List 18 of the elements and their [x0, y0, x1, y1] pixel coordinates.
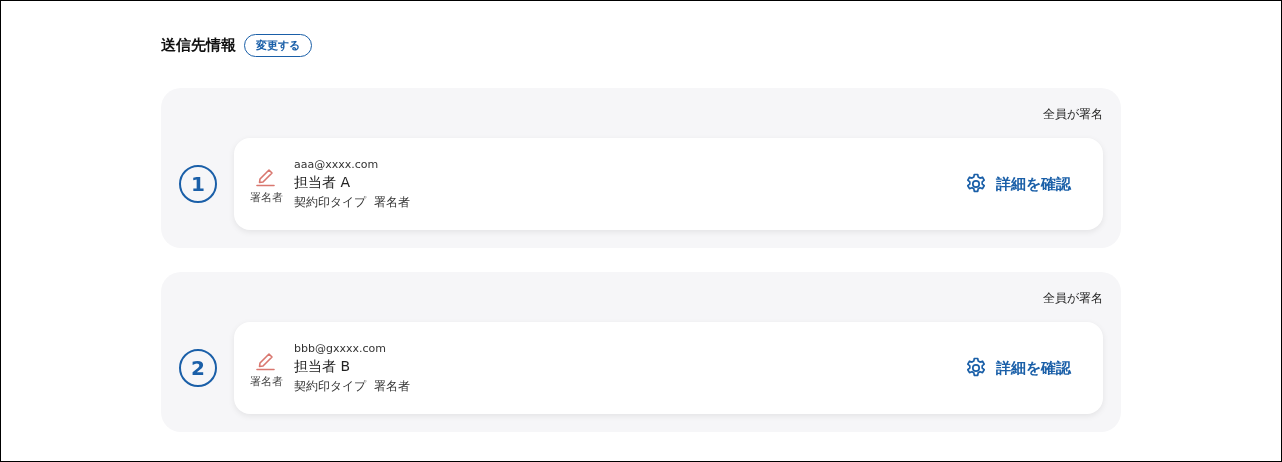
- seal-type-value: 署名者: [374, 195, 410, 210]
- signing-rule: 全員が署名: [1042, 106, 1103, 122]
- email-text: aaa@xxxx.com: [294, 158, 380, 171]
- section-title: 送信先情報: [161, 35, 236, 55]
- seal-type-value: 署名者: [374, 379, 410, 394]
- recipient-name: 担当者 A: [294, 174, 352, 192]
- role-label: 署名者: [249, 190, 283, 205]
- recipient-name: 担当者 B: [294, 358, 352, 376]
- email-text: bbb@gxxxx.com: [294, 342, 387, 355]
- seal-type-label: 契約印タイプ: [294, 195, 366, 210]
- details-button[interactable]: 詳細を確認: [964, 172, 1071, 196]
- order-number: 2: [179, 349, 217, 387]
- order-number: 1: [179, 165, 217, 203]
- signing-rule: 全員が署名: [1042, 290, 1103, 306]
- change-button[interactable]: 変更する: [244, 33, 312, 57]
- role-label: 署名者: [249, 374, 283, 389]
- seal-type-label: 契約印タイプ: [294, 379, 366, 394]
- details-button[interactable]: 詳細を確認: [964, 356, 1071, 380]
